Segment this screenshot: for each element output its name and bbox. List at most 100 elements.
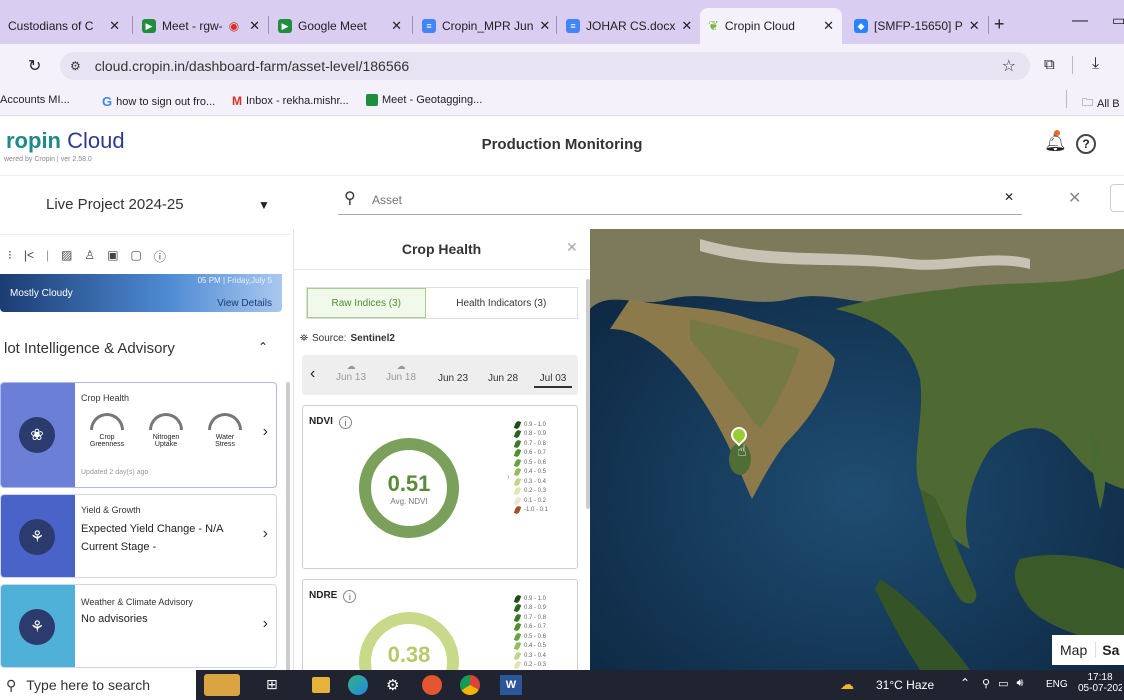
date-jun28[interactable]: Jun 28 — [486, 373, 520, 384]
map-type-satellite[interactable]: Sa — [1096, 642, 1124, 658]
logo-sub: wered by Cropin | ver 2.58.0 — [4, 156, 92, 163]
tab-health-indicators[interactable]: Health Indicators (3) — [426, 288, 577, 318]
search-icon: ⚲ — [344, 190, 356, 207]
leaf-swatch-icon — [513, 467, 522, 477]
dropdown-caret-icon[interactable]: ▼ — [258, 198, 270, 212]
tab-meet-rgw[interactable]: ▶ Meet - rgw- ◉ ✕ — [134, 8, 264, 44]
panel-title: Crop Health — [401, 241, 482, 257]
google-icon: G — [102, 94, 113, 109]
asset-search-input[interactable] — [372, 188, 1012, 212]
taskbar-search[interactable]: ⚲ Type here to search — [0, 670, 196, 700]
tab-custodians[interactable]: Custodians of C ✕ — [0, 8, 128, 44]
url-text[interactable]: cloud.cropin.in/dashboard-farm/asset-lev… — [95, 58, 409, 74]
chrome-icon[interactable] — [460, 675, 480, 695]
clipboard-icon[interactable]: ▢ — [131, 248, 142, 265]
bookmark-accounts[interactable]: Accounts MI... — [0, 94, 70, 106]
close-panel-icon[interactable]: ✕ — [566, 239, 578, 256]
satellite-icon: ⛯ — [300, 333, 308, 344]
app-header: ropin Cloud wered by Cropin | ver 2.58.0… — [0, 116, 1124, 176]
close-tab-icon[interactable]: ✕ — [539, 18, 550, 34]
project-selector[interactable]: Live Project 2024-25 — [46, 196, 184, 213]
close-tab-icon[interactable]: ✕ — [391, 18, 402, 34]
clear-search-icon[interactable]: ✕ — [1004, 190, 1014, 204]
bookmark-meet-geotagging[interactable]: Meet - Geotagging... — [366, 94, 482, 106]
close-search-icon[interactable]: ✕ — [1068, 188, 1081, 208]
site-settings-icon[interactable]: ⚙ — [70, 59, 81, 73]
task-view-icon[interactable]: ⊞ — [266, 676, 278, 693]
filter-button[interactable] — [1110, 184, 1124, 212]
tray-chevron-icon[interactable]: ⌃ — [960, 676, 970, 690]
bookmark-star-icon[interactable]: ☆ — [1002, 56, 1016, 76]
yield-growth-card[interactable]: ⚘ Yield & Growth Expected Yield Change -… — [0, 494, 277, 578]
date-jul03[interactable]: Jul 03 — [534, 373, 572, 388]
date-jun13[interactable]: ☁ Jun 13 — [334, 361, 368, 383]
url-box[interactable]: ⚙ cloud.cropin.in/dashboard-farm/asset-l… — [60, 52, 1030, 80]
legend-row: 0.9 - 1.0 — [513, 420, 575, 430]
crop-health-card[interactable]: ❀ Crop Health Crop Greenness Nitrogen Up… — [0, 382, 277, 488]
reload-icon[interactable]: ↻ — [28, 56, 41, 76]
address-bar-row: ↻ ⚙ cloud.cropin.in/dashboard-farm/asset… — [0, 44, 1124, 88]
extensions-icon[interactable]: ⧉ — [1044, 56, 1055, 73]
close-tab-icon[interactable]: ✕ — [969, 18, 980, 34]
more-icon[interactable]: ⁝ — [8, 248, 12, 265]
bookmark-inbox[interactable]: M Inbox - rekha.mishr... — [232, 94, 349, 108]
close-tab-icon[interactable]: ✕ — [109, 18, 120, 34]
info-icon[interactable]: i — [338, 416, 352, 429]
briefcase-app-icon[interactable] — [204, 674, 240, 696]
chevron-right-icon[interactable]: › — [263, 423, 268, 441]
collapse-left-icon[interactable]: |< — [24, 248, 34, 265]
jira-icon: ◆ — [854, 19, 868, 33]
file-explorer-icon[interactable] — [312, 677, 330, 693]
edge-icon[interactable] — [348, 675, 368, 695]
tab-cropin-cloud[interactable]: ❦ Cropin Cloud ✕ — [700, 8, 842, 44]
word-icon[interactable]: W — [500, 675, 522, 695]
ndre-value: 0.38 — [387, 642, 431, 667]
index-tabs: Raw Indices (3) Health Indicators (3) — [306, 287, 578, 319]
app-icon-orange[interactable] — [422, 675, 442, 695]
prev-date-icon[interactable]: ‹ — [310, 365, 315, 383]
minimize-button[interactable]: — — [1072, 12, 1088, 30]
chevron-right-icon[interactable]: › — [263, 615, 268, 633]
gmail-icon: M — [232, 94, 242, 108]
map-type-map[interactable]: Map — [1052, 642, 1097, 658]
date-jun18[interactable]: ☁ Jun 18 — [384, 361, 418, 383]
scrollbar[interactable] — [286, 382, 290, 672]
volume-icon[interactable]: 🔊︎ — [1016, 677, 1023, 690]
map-canvas[interactable] — [590, 229, 1124, 670]
user-icon[interactable]: ♙ — [84, 248, 95, 265]
notification-bell-icon[interactable]: 🔔︎ — [1044, 130, 1067, 153]
tab-raw-indices[interactable]: Raw Indices (3) — [307, 288, 426, 318]
close-tab-icon[interactable]: ✕ — [823, 18, 834, 34]
date-jun23[interactable]: Jun 23 — [436, 373, 470, 384]
legend-row: 0.9 - 1.0 — [513, 594, 575, 604]
satellite-map[interactable]: ☝ Map Sa — [590, 229, 1124, 670]
view-details-link[interactable]: View Details — [217, 298, 272, 309]
tab-smfp[interactable]: ◆ [SMFP-15650] P ✕ — [846, 8, 986, 44]
app-icon[interactable]: ⚙ — [386, 676, 399, 694]
network-icon[interactable]: ▭ — [998, 677, 1008, 690]
tab-johar[interactable]: ≡ JOHAR CS.docx ✕ — [558, 8, 698, 44]
bookmark-sign-out[interactable]: G how to sign out fro... — [102, 94, 215, 109]
clock[interactable]: 17:18 05-07-202 — [1078, 672, 1122, 694]
weather-advisory-icon: ⚘ — [19, 609, 55, 645]
layer-icon[interactable]: ▨ — [61, 248, 72, 265]
collapse-chevron-icon[interactable]: ⌃ — [258, 340, 268, 354]
weather-advisory-card[interactable]: ⚘ Weather & Climate Advisory No advisori… — [0, 584, 277, 668]
download-icon[interactable]: ⤓ — [1092, 55, 1099, 73]
info-icon[interactable]: i — [343, 590, 357, 603]
tab-google-meet[interactable]: ▶ Google Meet ✕ — [270, 8, 410, 44]
all-bookmarks[interactable]: 🗀 All B — [1082, 94, 1120, 113]
tab-cropin-mpr[interactable]: ≡ Cropin_MPR Jun ✕ — [414, 8, 554, 44]
image-icon[interactable]: ▣ — [107, 248, 118, 265]
info-icon[interactable]: ⓘ — [154, 248, 166, 265]
new-tab-button[interactable]: + — [994, 14, 1005, 35]
legend-row: 0.2 - 0.3 — [513, 486, 575, 497]
chevron-right-icon[interactable]: › — [263, 525, 268, 543]
search-icon: ⚲ — [6, 676, 17, 693]
ndvi-value: 0.51 — [387, 470, 431, 496]
usb-icon[interactable]: ⚲ — [982, 677, 990, 690]
close-tab-icon[interactable]: ✕ — [249, 18, 260, 34]
restore-button[interactable]: ▭ — [1112, 12, 1124, 29]
close-tab-icon[interactable]: ✕ — [681, 18, 692, 34]
help-icon[interactable]: ? — [1076, 134, 1096, 154]
